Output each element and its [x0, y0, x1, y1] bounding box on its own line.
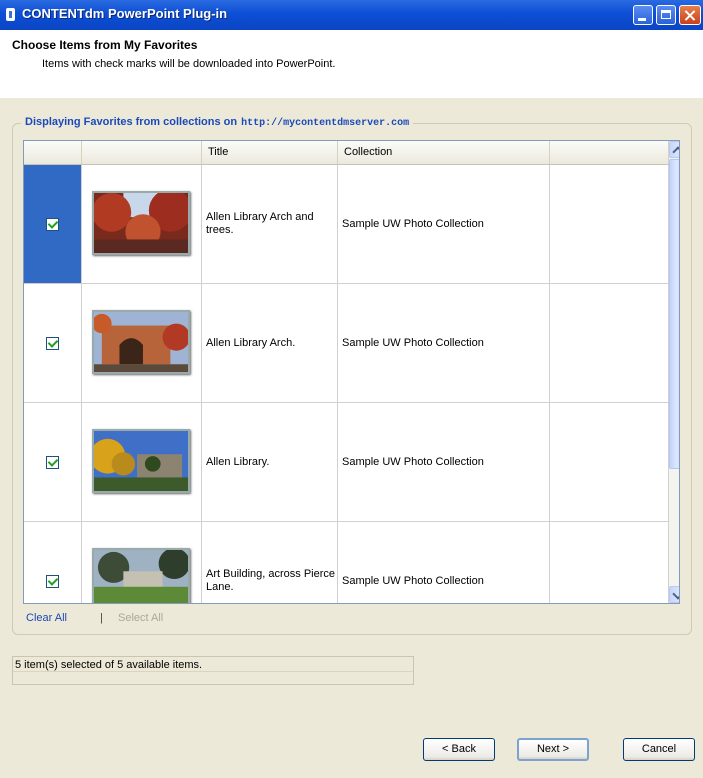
group-title: Displaying Favorites from collections on…: [21, 116, 414, 129]
window-title: CONTENTdm PowerPoint Plug-in: [22, 6, 228, 21]
vertical-scrollbar[interactable]: [669, 141, 679, 603]
page-subtitle: Items with check marks will be downloade…: [42, 58, 336, 70]
collection-cell: Sample UW Photo Collection: [338, 165, 550, 283]
thumbnail-cell: [82, 284, 202, 402]
minimize-button[interactable]: [633, 5, 653, 25]
next-button[interactable]: Next >: [517, 738, 589, 761]
row-checkbox[interactable]: [46, 218, 59, 231]
check-cell[interactable]: [24, 165, 82, 283]
thumbnail-image: [92, 548, 190, 603]
maximize-button[interactable]: [656, 5, 676, 25]
wizard-header: Choose Items from My Favorites Items wit…: [0, 30, 703, 98]
status-text: 5 item(s) selected of 5 available items.: [15, 659, 203, 671]
close-button[interactable]: [679, 5, 701, 25]
collection-cell: Sample UW Photo Collection: [338, 284, 550, 402]
item-collection: Sample UW Photo Collection: [342, 575, 484, 587]
extra-cell: [550, 522, 669, 603]
check-cell[interactable]: [24, 284, 82, 402]
select-all-link: Select All: [118, 612, 164, 624]
item-title: Art Building, across Pierce Lane.: [206, 568, 335, 593]
item-title: Allen Library.: [206, 456, 270, 468]
row-checkbox[interactable]: [46, 575, 59, 588]
page-title: Choose Items from My Favorites: [12, 38, 198, 52]
extra-cell: [550, 284, 669, 402]
column-header-check[interactable]: [24, 141, 82, 164]
column-header-collection[interactable]: Collection: [338, 141, 550, 164]
check-cell[interactable]: [24, 403, 82, 521]
status-box: 5 item(s) selected of 5 available items.: [12, 656, 414, 685]
check-cell[interactable]: [24, 522, 82, 603]
app-icon: [6, 8, 15, 21]
title-cell: Allen Library Arch.: [202, 284, 338, 402]
thumbnail-cell: [82, 522, 202, 603]
item-collection: Sample UW Photo Collection: [342, 456, 484, 468]
column-header-title[interactable]: Title: [202, 141, 338, 164]
favorites-table[interactable]: Title Collection Allen Library Arch and …: [23, 140, 680, 604]
title-bar: CONTENTdm PowerPoint Plug-in: [0, 0, 703, 30]
link-separator: |: [100, 612, 103, 624]
table-row[interactable]: Allen Library Arch. Sample UW Photo Coll…: [24, 284, 669, 403]
server-url: http://mycontentdmserver.com: [241, 118, 410, 129]
row-checkbox[interactable]: [46, 337, 59, 350]
item-collection: Sample UW Photo Collection: [342, 337, 484, 349]
clear-all-link[interactable]: Clear All: [26, 612, 67, 624]
group-title-label: Displaying Favorites from collections on: [25, 116, 238, 128]
scroll-down-button[interactable]: [669, 586, 679, 603]
thumbnail-image: [92, 191, 190, 255]
table-row[interactable]: Allen Library Arch and trees. Sample UW …: [24, 165, 669, 284]
column-header-thumbnail[interactable]: [82, 141, 202, 164]
table-row[interactable]: Allen Library. Sample UW Photo Collectio…: [24, 403, 669, 522]
column-header-extra[interactable]: [550, 141, 669, 164]
item-collection: Sample UW Photo Collection: [342, 218, 484, 230]
item-title: Allen Library Arch.: [206, 337, 296, 349]
thumbnail-image: [92, 429, 190, 493]
title-cell: Allen Library.: [202, 403, 338, 521]
scroll-up-button[interactable]: [669, 141, 679, 158]
title-cell: Art Building, across Pierce Lane.: [202, 522, 338, 603]
thumbnail-image: [92, 310, 190, 374]
extra-cell: [550, 165, 669, 283]
table-row[interactable]: Art Building, across Pierce Lane. Sample…: [24, 522, 669, 603]
title-cell: Allen Library Arch and trees.: [202, 165, 338, 283]
thumbnail-cell: [82, 165, 202, 283]
thumbnail-cell: [82, 403, 202, 521]
scroll-thumb[interactable]: [669, 159, 679, 469]
item-title: Allen Library Arch and trees.: [206, 211, 314, 236]
back-button[interactable]: < Back: [423, 738, 495, 761]
collection-cell: Sample UW Photo Collection: [338, 522, 550, 603]
collection-cell: Sample UW Photo Collection: [338, 403, 550, 521]
table-header: Title Collection: [24, 141, 669, 165]
favorites-group: Displaying Favorites from collections on…: [12, 116, 692, 635]
row-checkbox[interactable]: [46, 456, 59, 469]
extra-cell: [550, 403, 669, 521]
cancel-button[interactable]: Cancel: [623, 738, 695, 761]
